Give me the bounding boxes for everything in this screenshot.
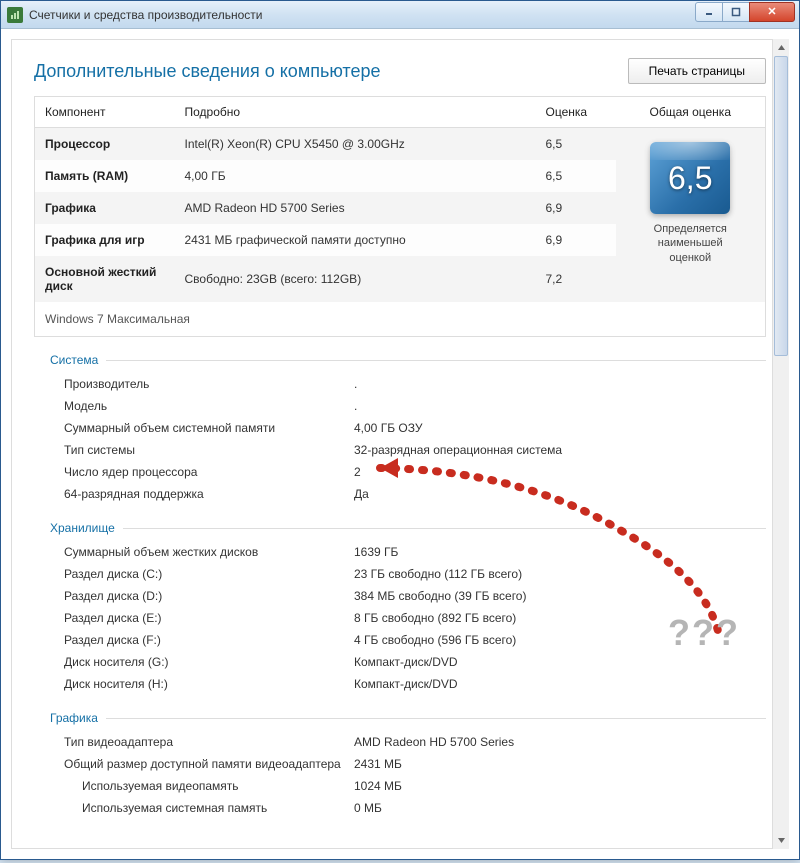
col-component: Компонент (35, 97, 175, 128)
window-controls: ✕ (696, 2, 795, 22)
scroll-down-icon[interactable] (773, 832, 789, 849)
kv-row: Диск носителя (H:)Компакт-диск/DVD (34, 673, 766, 695)
app-icon (7, 7, 23, 23)
print-page-button[interactable]: Печать страницы (628, 58, 766, 84)
kv-row: Число ядер процессора2 (34, 461, 766, 483)
content-panel: Дополнительные сведения о компьютере Печ… (11, 39, 789, 849)
col-overall: Общая оценка (616, 97, 766, 128)
vertical-scrollbar[interactable] (772, 39, 789, 849)
section-graphics: Графика Тип видеоадаптераAMD Radeon HD 5… (34, 711, 766, 819)
section-title: Система (34, 353, 106, 367)
kv-row: Производитель. (34, 373, 766, 395)
row-subscore: 6,5 (536, 128, 616, 161)
overall-score-cell: 6,5 Определяется наименьшей оценкой (616, 128, 766, 303)
section-system: Система Производитель. Модель. Суммарный… (34, 353, 766, 505)
kv-row: Раздел диска (C:)23 ГБ свободно (112 ГБ … (34, 563, 766, 585)
page-title: Дополнительные сведения о компьютере (34, 61, 381, 82)
overall-score-badge: 6,5 (650, 142, 730, 214)
kv-row: Общий размер доступной памяти видеоадапт… (34, 753, 766, 775)
table-row: Процессор Intel(R) Xeon(R) CPU X5450 @ 3… (35, 128, 766, 161)
annotation-question-marks: ??? (668, 612, 740, 654)
scroll-up-icon[interactable] (773, 39, 789, 56)
kv-row: Модель. (34, 395, 766, 417)
section-title: Хранилище (34, 521, 123, 535)
kv-row: 64-разрядная поддержкаДа (34, 483, 766, 505)
overall-score-note: Определяется наименьшей оценкой (626, 222, 756, 265)
kv-row: Тип системы32-разрядная операционная сис… (34, 439, 766, 461)
minimize-button[interactable] (695, 2, 723, 22)
kv-row: Тип видеоадаптераAMD Radeon HD 5700 Seri… (34, 731, 766, 753)
maximize-button[interactable] (722, 2, 750, 22)
kv-row: Диск носителя (G:)Компакт-диск/DVD (34, 651, 766, 673)
row-component: Процессор (35, 128, 175, 161)
window-title: Счетчики и средства производительности (29, 8, 696, 22)
score-table: Компонент Подробно Оценка Общая оценка П… (34, 96, 766, 337)
kv-row: Суммарный объем системной памяти4,00 ГБ … (34, 417, 766, 439)
row-detail: Intel(R) Xeon(R) CPU X5450 @ 3.00GHz (175, 128, 536, 161)
kv-row: Раздел диска (F:)4 ГБ свободно (596 ГБ в… (34, 629, 766, 651)
scrollbar-thumb[interactable] (774, 56, 788, 356)
col-subscore: Оценка (536, 97, 616, 128)
os-name: Windows 7 Максимальная (35, 302, 766, 337)
kv-row: Используемая видеопамять1024 МБ (34, 775, 766, 797)
section-storage: Хранилище Суммарный объем жестких дисков… (34, 521, 766, 695)
kv-row: Раздел диска (E:)8 ГБ свободно (892 ГБ в… (34, 607, 766, 629)
titlebar[interactable]: Счетчики и средства производительности ✕ (1, 1, 799, 29)
close-button[interactable]: ✕ (749, 2, 795, 22)
kv-row: Раздел диска (D:)384 МБ свободно (39 ГБ … (34, 585, 766, 607)
app-window: Счетчики и средства производительности ✕… (0, 0, 800, 860)
section-title: Графика (34, 711, 106, 725)
client-area: Дополнительные сведения о компьютере Печ… (1, 29, 799, 859)
overall-score-value: 6,5 (668, 160, 712, 197)
os-row: Windows 7 Максимальная (35, 302, 766, 337)
kv-row: Суммарный объем жестких дисков1639 ГБ (34, 541, 766, 563)
kv-row: Используемая системная память0 МБ (34, 797, 766, 819)
col-detail: Подробно (175, 97, 536, 128)
